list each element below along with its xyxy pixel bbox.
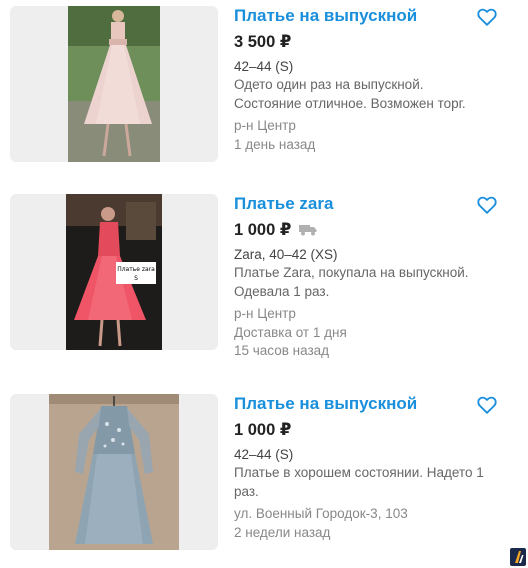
listing-description: Одето один раз на выпускной. Состояние о…	[234, 76, 504, 113]
listing-time: 1 день назад	[234, 136, 316, 152]
description-line: Платье в хорошем состоянии. Надето 1	[234, 465, 484, 480]
description-line: Платье Zara, покупала на выпускной.	[234, 265, 469, 280]
description-line: раз.	[234, 483, 259, 499]
listing-photo[interactable]: Платье zara S	[10, 194, 218, 350]
listing-price-row: 1 000 ₽	[234, 220, 504, 240]
listing-price: 1 000 ₽	[234, 421, 292, 439]
listing-location: ул. Военный Городок-3, 103	[234, 506, 408, 521]
heart-outline-icon[interactable]	[476, 394, 498, 416]
listing-size: Zara, 40–42 (XS)	[234, 247, 338, 262]
listing-delivery: Доставка от 1 дня	[234, 324, 347, 340]
listing-price-row: 3 500 ₽	[234, 32, 504, 52]
listing-photo[interactable]	[10, 6, 218, 162]
truck-icon	[299, 225, 317, 236]
listing-size: 42–44 (S)	[234, 447, 294, 462]
dress-photo-red: Платье zara S	[66, 194, 162, 350]
photo-caption-line: S	[134, 275, 138, 282]
dress-photo-blue	[49, 394, 179, 550]
listing-time: 2 недели назад	[234, 524, 331, 540]
listing-card[interactable]: Платье на выпускной 1 000 ₽ 42–44 (S) Пл…	[0, 390, 528, 560]
heart-outline-icon[interactable]	[476, 6, 498, 28]
app-logo-icon	[510, 548, 526, 566]
listing-location: р-н Центр	[234, 306, 296, 321]
listing-location: р-н Центр	[234, 118, 296, 133]
description-line: Одето один раз на выпускной.	[234, 77, 424, 92]
listing-title[interactable]: Платье на выпускной	[234, 394, 504, 414]
dress-photo-pink	[68, 6, 160, 162]
listing-title[interactable]: Платье на выпускной	[234, 6, 504, 26]
listing-size: 42–44 (S)	[234, 59, 294, 74]
listing-price-row: 1 000 ₽	[234, 420, 504, 440]
description-line: Состояние отличное. Возможен торг.	[234, 95, 466, 111]
heart-outline-icon[interactable]	[476, 194, 498, 216]
listing-price: 3 500 ₽	[234, 33, 292, 51]
listing-title[interactable]: Платье zara	[234, 194, 504, 214]
listing-description: Платье в хорошем состоянии. Надето 1 раз…	[234, 464, 504, 501]
listing-time: 15 часов назад	[234, 343, 330, 358]
listing-photo[interactable]	[10, 394, 218, 550]
listing-card[interactable]: Платье на выпускной 3 500 ₽ 42–44 (S) Од…	[0, 0, 528, 170]
listing-card[interactable]: Платье zara S Платье zara 1 000 ₽ Zara, …	[0, 190, 528, 360]
listing-description: Платье Zara, покупала на выпускной. Одев…	[234, 264, 504, 301]
listing-price: 1 000 ₽	[234, 221, 292, 239]
description-line: Одевала 1 раз.	[234, 283, 330, 299]
photo-caption-line: Платье zara	[117, 266, 155, 273]
